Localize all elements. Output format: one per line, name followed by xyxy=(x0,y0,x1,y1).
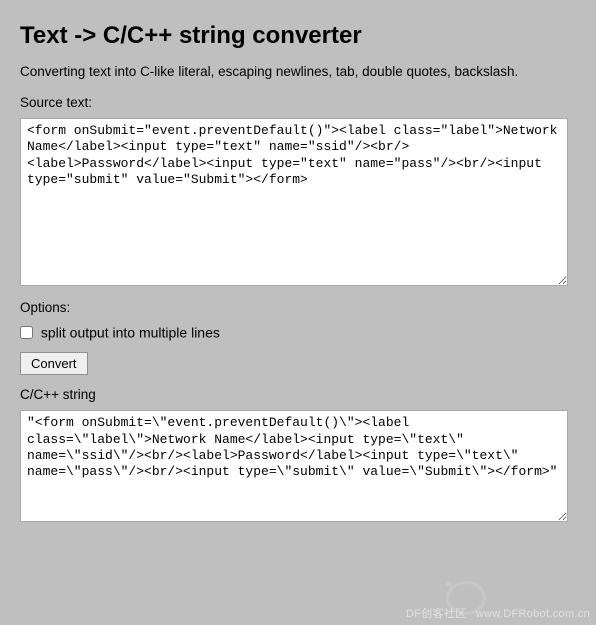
source-label: Source text: xyxy=(20,95,576,110)
output-label: C/C++ string xyxy=(20,387,576,402)
source-textarea[interactable] xyxy=(20,118,568,286)
watermark-text: DF创客社区 www.DFRobot.com.cn xyxy=(406,605,590,621)
output-textarea[interactable] xyxy=(20,410,568,522)
convert-button[interactable]: Convert xyxy=(20,352,88,375)
page-title: Text -> C/C++ string converter xyxy=(20,22,576,50)
watermark-logo xyxy=(446,581,486,615)
split-lines-checkbox[interactable] xyxy=(20,326,33,339)
options-label: Options: xyxy=(20,300,576,315)
split-lines-label[interactable]: split output into multiple lines xyxy=(41,324,220,340)
page-description: Converting text into C-like literal, esc… xyxy=(20,64,576,79)
watermark-url: www.DFRobot.com.cn xyxy=(476,608,590,620)
watermark-cn: DF创客社区 xyxy=(406,608,466,620)
